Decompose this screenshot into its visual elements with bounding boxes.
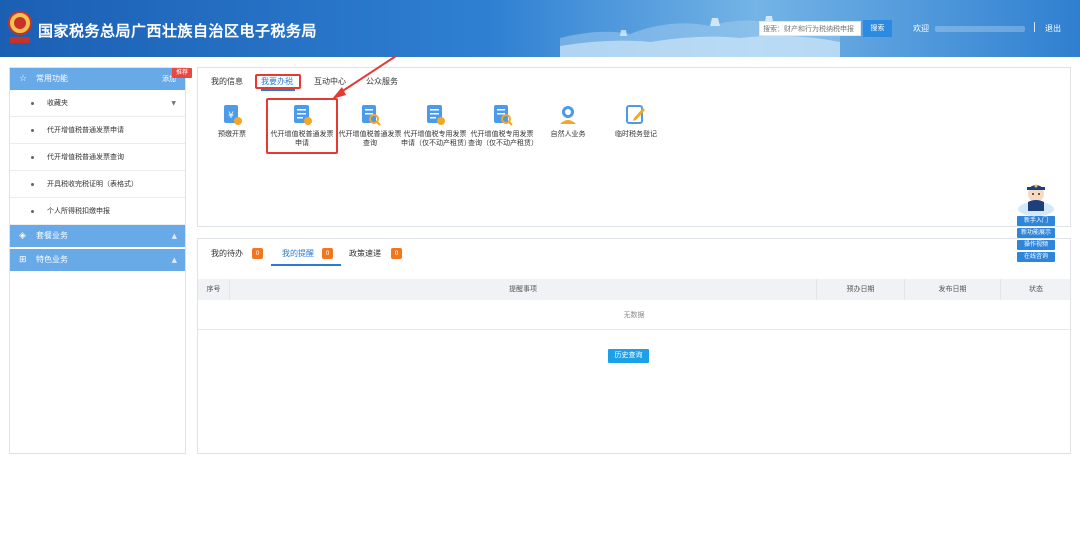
func-highlight-box xyxy=(266,98,338,154)
func-vat-special-apply[interactable]: 代开增值税专用发票申请（仅不动产租赁） xyxy=(401,104,471,148)
welcome-text: 欢迎 xyxy=(913,24,929,33)
reminders-panel: 我的待办 0 我的提醒 0 政策速递 0 序号 提醒事项 预办日期 发布日期 状… xyxy=(197,238,1071,454)
tab-highlight-box xyxy=(255,74,301,89)
sidebar-item-invoice-apply[interactable]: 代开增值税普通发票申请 xyxy=(10,117,185,144)
column-header-due-date: 预办日期 xyxy=(817,279,905,300)
func-label: 代开增值税普通发票查询 xyxy=(338,130,402,147)
search-button[interactable]: 搜索 xyxy=(863,20,892,37)
policy-count-badge: 0 xyxy=(391,248,402,259)
sidebar-item-invoice-query[interactable]: 代开增值税普通发票查询 xyxy=(10,144,185,171)
func-label: 预缴开票 xyxy=(218,130,246,138)
func-label: 代开增值税专用发票查询（仅不动产租赁） xyxy=(468,130,538,147)
doc-search-icon xyxy=(494,105,513,126)
float-beginner-guide[interactable]: 新手入门 xyxy=(1017,216,1055,226)
func-vat-normal-query[interactable]: 代开增值税普通发票查询 xyxy=(336,104,404,148)
active-tab-underline xyxy=(261,89,295,91)
sidebar-item-income-tax[interactable]: 个人所得税扣缴申报 xyxy=(10,198,185,225)
bullet-icon xyxy=(31,183,34,186)
edit-note-icon xyxy=(626,105,645,124)
todo-count-badge: 0 xyxy=(252,248,263,259)
func-label: 代开增值税专用发票申请（仅不动产租赁） xyxy=(401,130,471,147)
sidebar-item-label: 代开增值税普通发票查询 xyxy=(47,153,124,161)
tab-my-todo[interactable]: 我的待办 xyxy=(211,248,243,259)
float-tutorial-video[interactable]: 操作视频 xyxy=(1017,240,1055,250)
site-title: 国家税务总局广西壮族自治区电子税务局 xyxy=(38,22,318,40)
sidebar-section-package[interactable]: ◈ 套餐业务 ▲ xyxy=(10,225,185,247)
sidebar: ☆ 常用功能 添加 收藏夹 ▼ 代开增值税普通发票申请 代开增值税普通发票查询 … xyxy=(9,67,186,454)
tax-emblem-logo xyxy=(8,11,32,43)
package-icon: ◈ xyxy=(19,231,26,241)
grid-icon: ⊞ xyxy=(19,255,27,265)
empty-table-message: 无数据 xyxy=(198,300,1070,330)
svg-text:¥: ¥ xyxy=(228,111,234,121)
column-header-item: 提醒事项 xyxy=(230,279,817,300)
header-bar: 国家税务总局广西壮族自治区电子税务局 搜索 欢迎 退出 xyxy=(0,0,1080,57)
bullet-icon xyxy=(31,156,34,159)
sidebar-section-label: 特色业务 xyxy=(36,255,68,264)
sidebar-section-special[interactable]: ⊞ 特色业务 ▲ xyxy=(10,249,185,271)
tab-my-reminders[interactable]: 我的提醒 xyxy=(282,248,314,259)
chevron-down-icon: ▼ xyxy=(171,100,176,107)
user-name-redacted xyxy=(935,26,1025,32)
bullet-icon xyxy=(31,102,34,105)
func-label: 临时税务登记 xyxy=(615,130,657,138)
active-tab-underline xyxy=(271,264,341,266)
sidebar-section-label: 常用功能 xyxy=(36,74,68,83)
recommend-badge: 推荐 xyxy=(172,68,192,78)
history-query-button[interactable]: 历史查询 xyxy=(608,349,649,363)
column-header-publish-date: 发布日期 xyxy=(905,279,1001,300)
func-label: 自然人业务 xyxy=(550,130,586,138)
tab-interaction[interactable]: 互动中心 xyxy=(314,76,346,87)
tab-public-service[interactable]: 公众服务 xyxy=(366,76,398,87)
sidebar-item-favorites[interactable]: 收藏夹 ▼ xyxy=(10,90,185,117)
sidebar-item-label: 收藏夹 xyxy=(47,99,68,107)
header-divider xyxy=(1034,22,1035,32)
column-header-status: 状态 xyxy=(1029,285,1043,293)
bullet-icon xyxy=(31,210,34,213)
sidebar-item-tax-certificate[interactable]: 开具税收完税证明（表格式） xyxy=(10,171,185,198)
func-vat-special-query[interactable]: 代开增值税专用发票查询（仅不动产租赁） xyxy=(468,104,538,148)
doc-search-icon xyxy=(362,105,381,126)
person-service-icon xyxy=(560,106,576,124)
sidebar-item-label: 开具税收完税证明（表格式） xyxy=(47,180,138,188)
tab-policy-express[interactable]: 政策速递 xyxy=(349,248,381,259)
func-natural-person[interactable]: 自然人业务 xyxy=(534,104,602,139)
bullet-icon xyxy=(31,129,34,132)
sidebar-section-common[interactable]: ☆ 常用功能 添加 xyxy=(10,68,185,90)
search-input[interactable] xyxy=(759,21,861,36)
float-online-consult[interactable]: 在线咨询 xyxy=(1017,252,1055,262)
sidebar-item-label: 代开增值税普通发票申请 xyxy=(47,126,124,134)
float-new-features[interactable]: 新功能展示 xyxy=(1017,228,1055,238)
tab-my-info[interactable]: 我的信息 xyxy=(211,76,243,87)
invoice-yen-icon: ¥ xyxy=(224,105,242,125)
func-prepay-invoice[interactable]: ¥ 预缴开票 xyxy=(198,104,266,139)
reminder-count-badge: 0 xyxy=(322,248,333,259)
app-root: 国家税务总局广西壮族自治区电子税务局 搜索 欢迎 退出 ☆ 常用功能 添加 收藏… xyxy=(0,0,1080,558)
top-tabs: 我的信息 我要办税 互动中心 公众服务 xyxy=(198,68,1070,93)
logout-link[interactable]: 退出 xyxy=(1045,23,1061,34)
star-icon: ☆ xyxy=(19,74,28,84)
table-header: 序号 提醒事项 预办日期 发布日期 状态 xyxy=(198,279,1070,300)
doc-list-icon xyxy=(427,105,445,125)
func-temp-registration[interactable]: 临时税务登记 xyxy=(602,104,670,139)
chevron-up-icon: ▲ xyxy=(171,232,177,240)
assistant-mascot-icon[interactable] xyxy=(1016,181,1056,217)
tax-services-panel: 我的信息 我要办税 互动中心 公众服务 ¥ 预缴开票 代开增值税普通发票申请 代… xyxy=(197,67,1071,227)
column-header-index: 序号 xyxy=(198,279,230,300)
sidebar-section-label: 套餐业务 xyxy=(36,231,68,240)
chevron-up-icon: ▲ xyxy=(171,256,177,264)
sidebar-item-label: 个人所得税扣缴申报 xyxy=(47,207,110,215)
